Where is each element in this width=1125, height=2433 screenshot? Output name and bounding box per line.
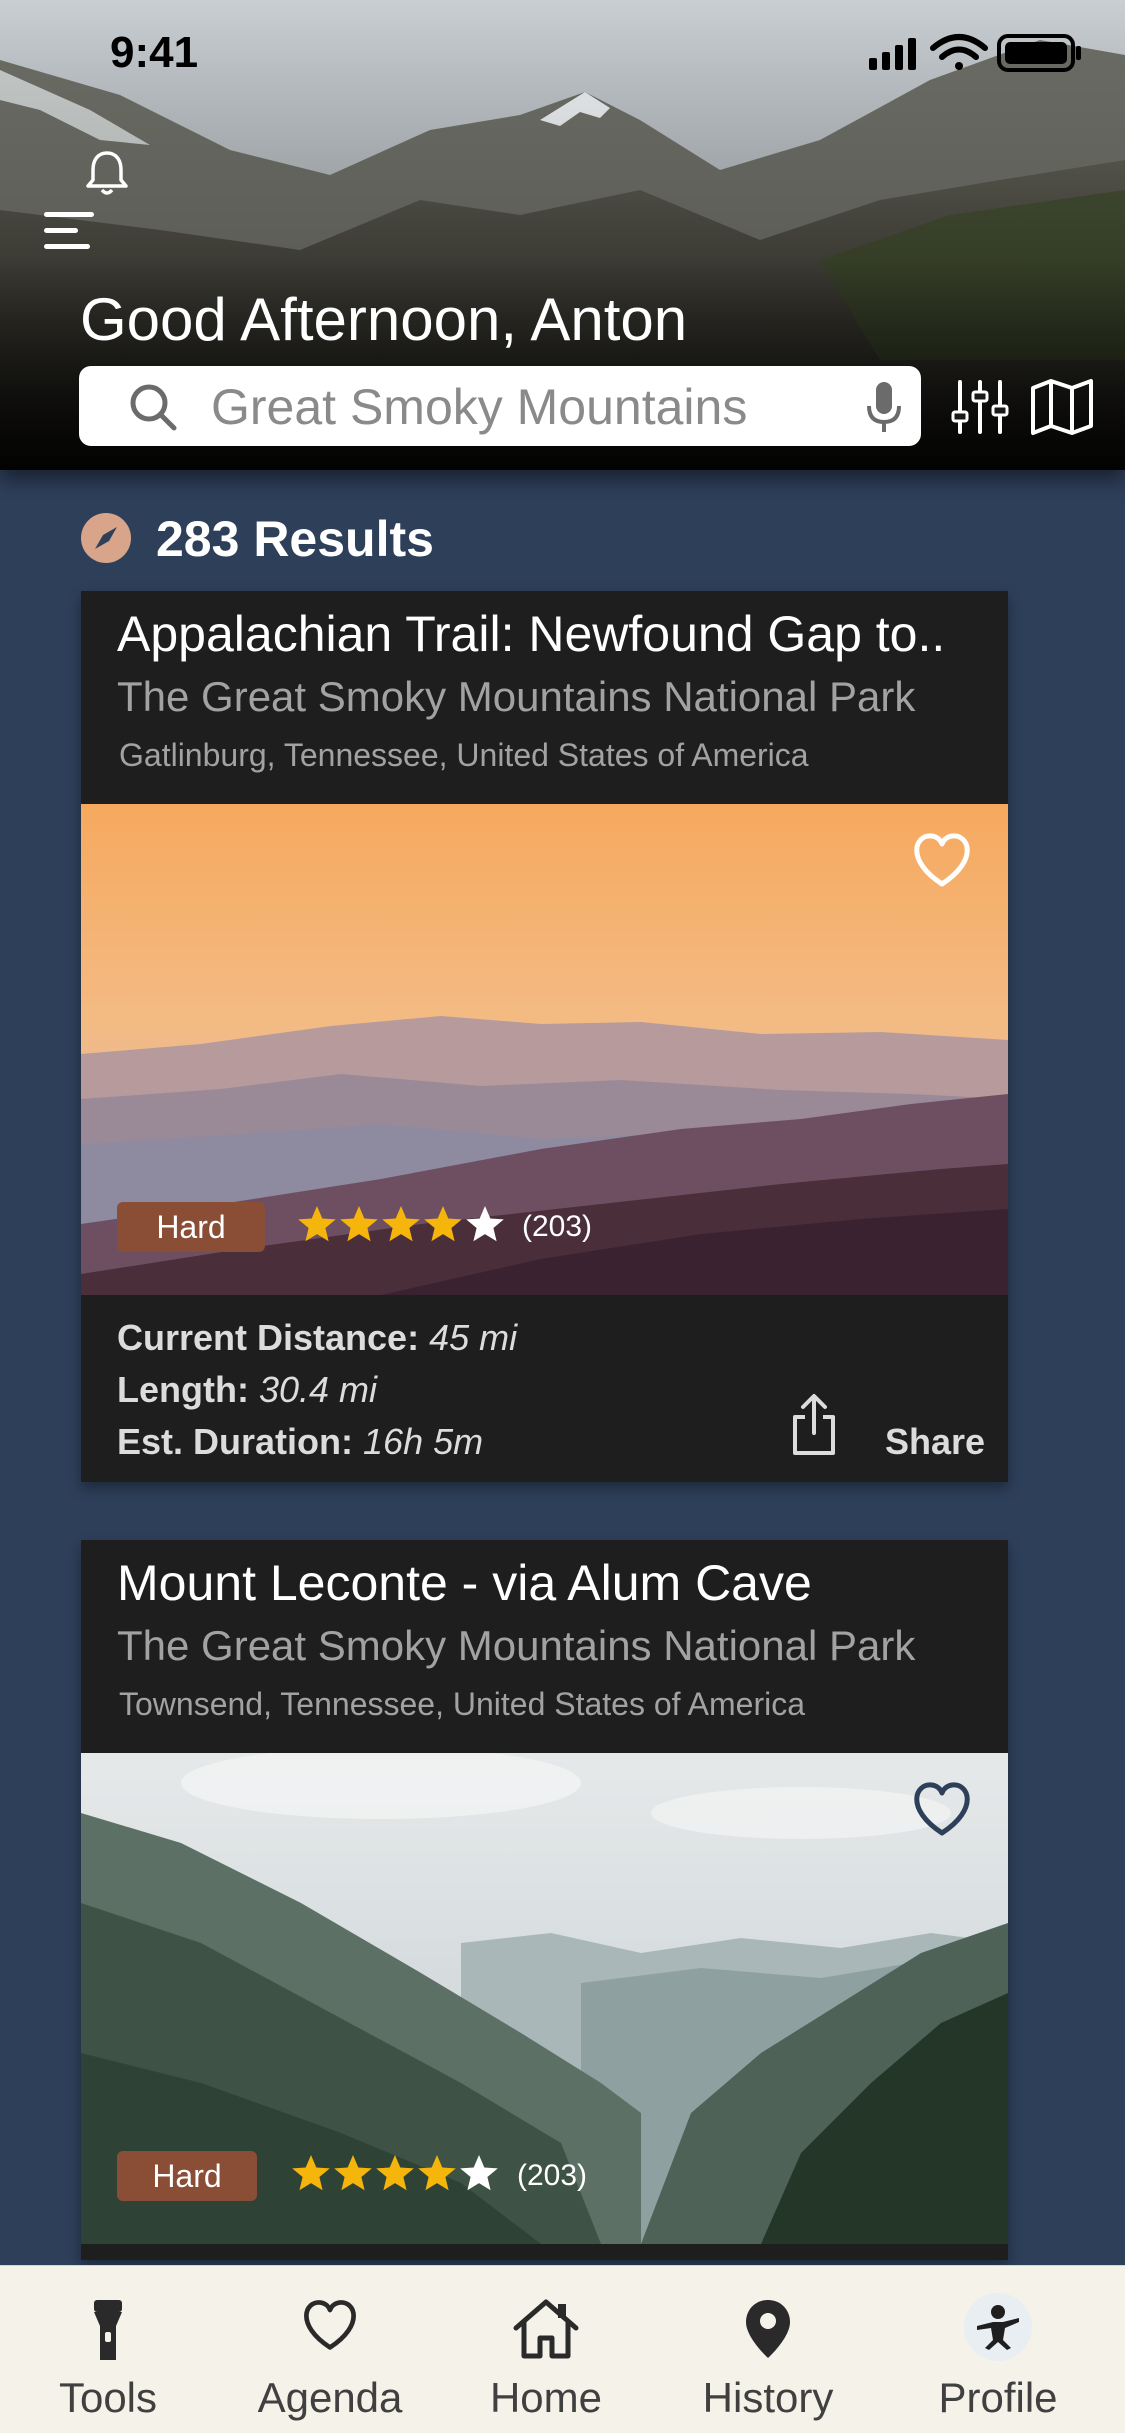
bottom-navigation: Tools Agenda Home History Profile bbox=[0, 2265, 1125, 2433]
trail-park: The Great Smoky Mountains National Park bbox=[117, 1622, 916, 1669]
star-icon bbox=[466, 1206, 504, 1242]
status-icons bbox=[869, 34, 1081, 72]
nav-home[interactable]: Home bbox=[446, 2266, 646, 2433]
nav-profile-label: Profile bbox=[938, 2374, 1058, 2421]
nav-history-label: History bbox=[702, 2374, 834, 2421]
home-icon bbox=[513, 2299, 579, 2359]
bell-icon[interactable] bbox=[82, 148, 132, 198]
star-icon bbox=[376, 2155, 414, 2191]
map-pin-icon bbox=[746, 2300, 790, 2358]
star-rating bbox=[292, 2155, 498, 2191]
trail-card-footer: Current Distance: 45 mi Length: 30.4 mi … bbox=[81, 1295, 1008, 1482]
trail-card[interactable]: Mount Leconte - via Alum Cave The Great … bbox=[81, 1540, 1008, 2260]
flashlight-icon bbox=[94, 2300, 122, 2360]
trail-title[interactable]: Mount Leconte - via Alum Cave bbox=[117, 1554, 812, 1612]
map-icon[interactable] bbox=[1030, 378, 1094, 436]
greeting: Good Afternoon, Anton bbox=[80, 286, 688, 353]
estimated-duration-value: 16h 5m bbox=[363, 1421, 484, 1462]
menu-icon[interactable] bbox=[44, 210, 96, 254]
difficulty-badge: Hard bbox=[117, 2151, 257, 2201]
battery-icon bbox=[997, 34, 1081, 72]
compass-icon bbox=[81, 513, 131, 563]
review-count: (203) bbox=[522, 1210, 593, 1243]
star-icon bbox=[292, 2155, 330, 2191]
results-count: 283 Results bbox=[156, 511, 434, 567]
star-icon bbox=[460, 2155, 498, 2191]
trail-park: The Great Smoky Mountains National Park bbox=[117, 673, 916, 720]
star-rating bbox=[298, 1206, 504, 1242]
nav-agenda-label: Agenda bbox=[257, 2374, 403, 2421]
status-time: 9:41 bbox=[110, 28, 199, 77]
nav-tools[interactable]: Tools bbox=[8, 2266, 208, 2433]
nav-tools-label: Tools bbox=[58, 2374, 158, 2421]
trail-location: Townsend, Tennessee, United States of Am… bbox=[119, 1686, 806, 1722]
nav-history[interactable]: History bbox=[668, 2266, 868, 2433]
nav-home-label: Home bbox=[489, 2374, 603, 2421]
cellular-signal-icon bbox=[869, 38, 916, 70]
search-icon bbox=[130, 384, 177, 431]
difficulty-badge: Hard bbox=[117, 1202, 265, 1252]
star-icon bbox=[382, 1206, 420, 1242]
nav-agenda[interactable]: Agenda bbox=[230, 2266, 430, 2433]
current-distance-label: Current Distance: bbox=[117, 1317, 420, 1358]
share-icon[interactable] bbox=[789, 1393, 839, 1457]
star-icon bbox=[334, 2155, 372, 2191]
nav-profile[interactable]: Profile bbox=[898, 2266, 1098, 2433]
search-bar[interactable]: Great Smoky Mountains bbox=[79, 366, 921, 446]
trail-length: Length: 30.4 mi bbox=[117, 1369, 377, 1411]
filter-icon[interactable] bbox=[950, 378, 1010, 436]
trail-card[interactable]: Appalachian Trail: Newfound Gap to.. The… bbox=[81, 591, 1008, 1482]
search-input[interactable]: Great Smoky Mountains bbox=[211, 378, 747, 436]
favorite-heart-icon[interactable] bbox=[911, 1781, 973, 1837]
star-icon bbox=[424, 1206, 462, 1242]
trail-card-header: Mount Leconte - via Alum Cave The Great … bbox=[81, 1540, 1008, 1753]
share-button[interactable]: Share bbox=[885, 1421, 985, 1463]
heart-icon bbox=[304, 2300, 356, 2350]
review-count: (203) bbox=[517, 2159, 588, 2192]
header: 9:41 Good Afternoon, Anton Great Smoky M… bbox=[0, 0, 1125, 470]
estimated-duration: Est. Duration: 16h 5m bbox=[117, 1421, 483, 1463]
estimated-duration-label: Est. Duration: bbox=[117, 1421, 354, 1462]
trail-image[interactable]: Hard (203) bbox=[81, 804, 1008, 1295]
trail-length-value: 30.4 mi bbox=[258, 1369, 378, 1410]
trail-length-label: Length: bbox=[117, 1369, 249, 1410]
star-icon bbox=[418, 2155, 456, 2191]
current-distance-value: 45 mi bbox=[429, 1317, 518, 1358]
microphone-icon[interactable] bbox=[865, 380, 903, 434]
trail-image[interactable]: Hard (203) bbox=[81, 1753, 1008, 2244]
trail-location: Gatlinburg, Tennessee, United States of … bbox=[119, 737, 809, 773]
wifi-icon bbox=[930, 34, 988, 70]
star-icon bbox=[298, 1206, 336, 1242]
current-distance: Current Distance: 45 mi bbox=[117, 1317, 517, 1359]
avatar bbox=[964, 2293, 1032, 2361]
favorite-heart-icon[interactable] bbox=[911, 832, 973, 888]
trail-title[interactable]: Appalachian Trail: Newfound Gap to.. bbox=[117, 605, 945, 663]
star-icon bbox=[340, 1206, 378, 1242]
trail-card-header: Appalachian Trail: Newfound Gap to.. The… bbox=[81, 591, 1008, 804]
